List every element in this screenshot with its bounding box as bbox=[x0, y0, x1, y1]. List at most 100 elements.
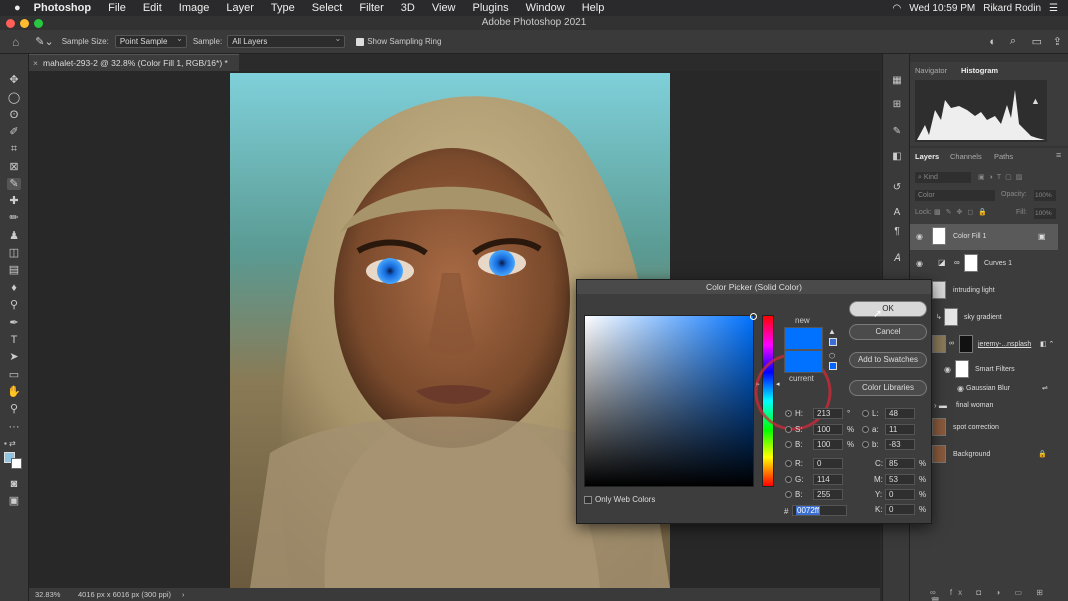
layer-row-gaussian-blur[interactable]: ◉ Gaussian Blur ⇌ bbox=[910, 381, 1058, 397]
document-info[interactable]: 4016 px x 6016 px (300 ppi) bbox=[78, 588, 171, 601]
menu-filter[interactable]: Filter bbox=[359, 2, 383, 14]
h-radio[interactable] bbox=[785, 410, 792, 417]
blend-mode-select[interactable]: Color bbox=[915, 190, 995, 201]
kind-filter[interactable]: ⌕ Kind bbox=[915, 172, 971, 183]
menu-image[interactable]: Image bbox=[179, 2, 210, 14]
field-picker-marker[interactable] bbox=[750, 313, 757, 320]
saturation-field[interactable]: 100 bbox=[813, 424, 843, 435]
out-of-gamut-warning-icon[interactable]: ▲ bbox=[828, 327, 836, 336]
green-field[interactable]: 114 bbox=[813, 474, 843, 485]
gradient-tool-icon[interactable]: ▤ bbox=[7, 264, 21, 276]
eye-icon[interactable]: ◉ bbox=[916, 259, 923, 268]
cyan-field[interactable]: 85 bbox=[885, 458, 915, 469]
more-tools-icon[interactable]: ··· bbox=[7, 421, 21, 433]
zoom-level[interactable]: 32.83% bbox=[35, 588, 60, 601]
cloud-user-icon[interactable]: ◐ bbox=[989, 36, 996, 48]
eye-icon[interactable]: ◉ bbox=[944, 365, 951, 374]
zoom-window-button[interactable] bbox=[34, 19, 43, 28]
apple-icon[interactable]: ● bbox=[14, 2, 21, 14]
clone-source-icon[interactable]: ◧ bbox=[890, 151, 904, 164]
tab-layers[interactable]: Layers bbox=[915, 152, 939, 161]
marquee-tool-icon[interactable]: ◯ bbox=[7, 92, 21, 104]
menu-layer[interactable]: Layer bbox=[226, 2, 254, 14]
add-to-swatches-button[interactable]: Add to Swatches bbox=[849, 352, 927, 368]
a-radio[interactable] bbox=[862, 426, 869, 433]
layer-row-smart-filters[interactable]: ◉ Smart Filters bbox=[910, 359, 1058, 381]
layer-row-final-woman[interactable]: › ▬ final woman bbox=[910, 397, 1058, 415]
path-select-tool-icon[interactable]: ➤ bbox=[7, 351, 21, 363]
clock[interactable]: Wed 10:59 PM bbox=[909, 3, 975, 14]
home-icon[interactable]: ⌂ bbox=[12, 35, 19, 49]
layer-row-spot-correction[interactable]: spot correction bbox=[910, 415, 1058, 441]
paragraph-icon[interactable]: ¶ bbox=[890, 226, 904, 239]
brush-settings-icon[interactable]: ✎ bbox=[890, 126, 904, 139]
pen-tool-icon[interactable]: ✒ bbox=[7, 317, 21, 329]
menu-view[interactable]: View bbox=[432, 2, 456, 14]
menu-file[interactable]: File bbox=[108, 2, 126, 14]
yellow-field[interactable]: 0 bbox=[885, 489, 915, 500]
only-web-colors-checkbox[interactable] bbox=[584, 496, 592, 504]
layer-row-background[interactable]: Background 🔒 bbox=[910, 442, 1058, 468]
lab-b-radio[interactable] bbox=[862, 441, 869, 448]
properties-icon[interactable]: ⊞ bbox=[890, 99, 904, 112]
lasso-tool-icon[interactable]: ʘ bbox=[7, 109, 21, 121]
move-tool-icon[interactable]: ✥ bbox=[7, 74, 21, 86]
stamp-tool-icon[interactable]: ♟ bbox=[7, 230, 21, 242]
layer-row-intruding-light[interactable]: intruding light bbox=[910, 278, 1058, 304]
sampling-ring-checkbox[interactable] bbox=[356, 37, 365, 46]
sample-select[interactable]: All Layers bbox=[227, 33, 346, 48]
blur-tool-icon[interactable]: ♦ bbox=[7, 282, 21, 294]
hue-field[interactable]: 213 bbox=[813, 408, 843, 419]
web-safe-warning-icon[interactable]: ⬡ bbox=[829, 352, 835, 360]
crop-tool-icon[interactable]: ⌗ bbox=[7, 143, 21, 155]
rectangle-tool-icon[interactable]: ▭ bbox=[7, 369, 21, 381]
l-radio[interactable] bbox=[862, 410, 869, 417]
sample-size-select[interactable]: Point Sample bbox=[114, 33, 187, 48]
r-radio[interactable] bbox=[785, 460, 792, 467]
tab-histogram[interactable]: Histogram bbox=[961, 66, 998, 75]
hex-field[interactable]: 0072ff bbox=[792, 505, 847, 516]
eye-icon[interactable]: ◉ bbox=[916, 232, 923, 241]
close-window-button[interactable] bbox=[6, 19, 15, 28]
quick-mask-icon[interactable]: ◙ bbox=[7, 478, 21, 490]
healing-tool-icon[interactable]: ✚ bbox=[7, 195, 21, 207]
brightness-field[interactable]: 100 bbox=[813, 439, 843, 450]
layer-row-sky-gradient[interactable]: ↳ sky gradient bbox=[910, 305, 1058, 331]
eyedropper-tool-icon[interactable]: ✎ bbox=[7, 178, 21, 190]
menu-list-icon[interactable]: ☰ bbox=[1049, 3, 1058, 14]
s-radio[interactable] bbox=[785, 426, 792, 433]
frame-tool-icon[interactable]: ⊠ bbox=[7, 161, 21, 173]
type-tool-icon[interactable]: T bbox=[7, 334, 21, 346]
menu-edit[interactable]: Edit bbox=[143, 2, 162, 14]
a-field[interactable]: 11 bbox=[885, 424, 915, 435]
layer-properties-icon[interactable]: ▣ bbox=[1038, 232, 1046, 241]
magenta-field[interactable]: 53 bbox=[885, 474, 915, 485]
eyedropper-preset-icon[interactable]: ✎⌄ bbox=[35, 35, 53, 48]
b-radio[interactable] bbox=[785, 441, 792, 448]
character-icon[interactable]: A bbox=[890, 207, 904, 220]
menu-3d[interactable]: 3D bbox=[401, 2, 415, 14]
saturation-brightness-field[interactable] bbox=[584, 313, 757, 487]
ok-button[interactable]: OK bbox=[849, 301, 927, 317]
lightness-field[interactable]: 48 bbox=[885, 408, 915, 419]
menu-type[interactable]: Type bbox=[271, 2, 295, 14]
current-color-swatch[interactable] bbox=[784, 350, 823, 373]
brush-tool-icon[interactable]: ✏ bbox=[7, 212, 21, 224]
eye-icon[interactable]: ◉ bbox=[957, 384, 964, 393]
blue-radio[interactable] bbox=[785, 491, 792, 498]
lock-icons[interactable]: ▩✎✥◻🔒 bbox=[934, 208, 992, 216]
menu-select[interactable]: Select bbox=[312, 2, 343, 14]
libraries-icon[interactable]: ▦ bbox=[890, 75, 904, 88]
lab-b-field[interactable]: -83 bbox=[885, 439, 915, 450]
menu-window[interactable]: Window bbox=[526, 2, 565, 14]
layer-filter-icons[interactable]: ▣◑T▢▨ bbox=[978, 173, 1026, 181]
dodge-tool-icon[interactable]: ⚲ bbox=[7, 299, 21, 311]
share-icon[interactable]: ⇪ bbox=[1053, 35, 1062, 48]
zoom-tool-icon[interactable]: ⚲ bbox=[7, 403, 21, 415]
menu-help[interactable]: Help bbox=[582, 2, 605, 14]
history-icon[interactable]: ↺ bbox=[890, 182, 904, 195]
menu-plugins[interactable]: Plugins bbox=[473, 2, 509, 14]
gamut-color-swatch[interactable] bbox=[829, 338, 837, 346]
tab-close-icon[interactable]: × bbox=[33, 55, 38, 72]
black-field[interactable]: 0 bbox=[885, 504, 915, 515]
